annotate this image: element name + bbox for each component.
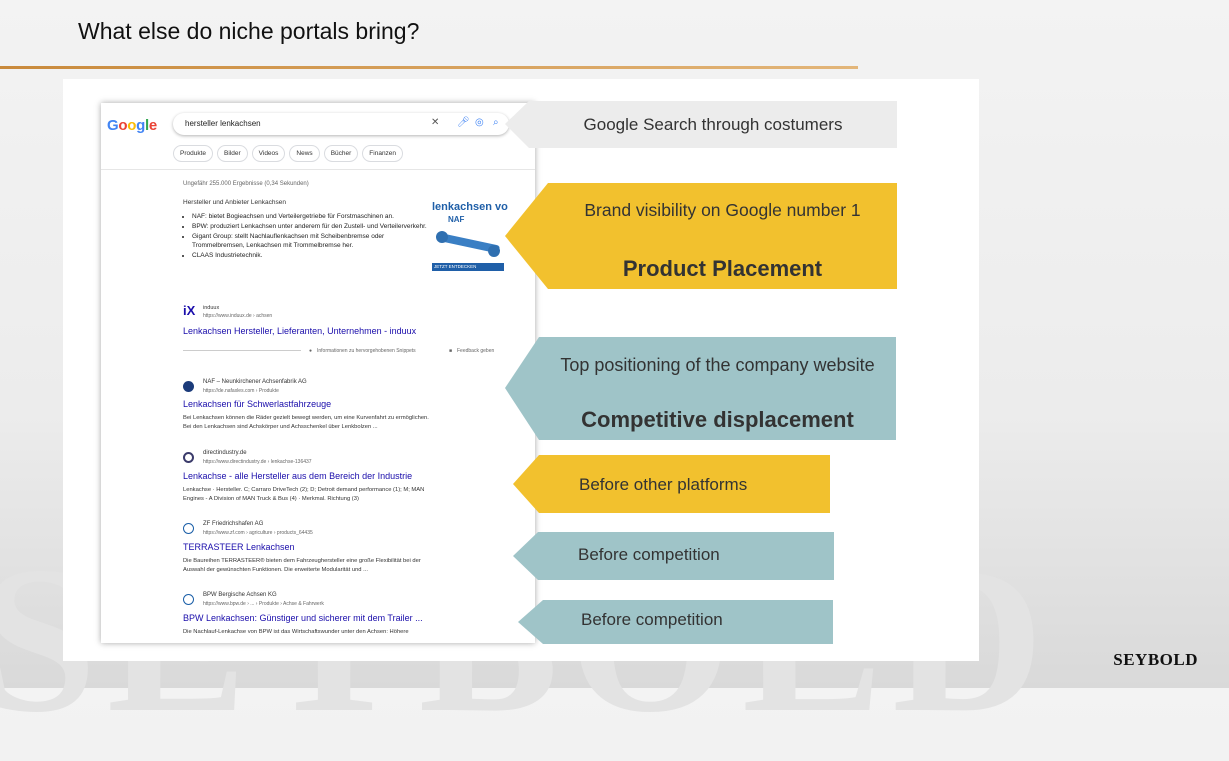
list-item: Gigant Group: stellt Nachlauflenkachsen … [192, 232, 432, 250]
callout-search: Google Search through costumers [505, 101, 897, 148]
result-desc: Bei den Lenkachsen sind Achskörper und A… [183, 424, 378, 430]
header-divider [101, 169, 535, 170]
result-desc: Auswahl der gewünschten Funktionen. Die … [183, 567, 368, 573]
result-desc: Lenkachse · Hersteller. C; Carraro Drive… [183, 487, 425, 493]
mic-icon[interactable]: 🎤︎ [457, 117, 470, 128]
callout-top: Top positioning of the company website C… [505, 337, 896, 440]
image-title: lenkachsen vo [432, 201, 508, 213]
result-desc: Engines - A Division of MAN Truck & Bus … [183, 496, 359, 502]
naf-logo: NAF [448, 215, 465, 224]
filter-chips: Produkte Bilder Videos News Bücher Finan… [173, 145, 404, 162]
close-icon[interactable]: ✕ [431, 117, 439, 128]
chip-videos[interactable]: Videos [251, 145, 286, 162]
callout-platforms: Before other platforms [513, 455, 830, 513]
list-item: BPW: produziert Lenkachsen unter anderem… [192, 222, 432, 231]
result-url: https://de.nafaxles.com › Produkte [203, 388, 279, 394]
search-query: hersteller lenkachsen [185, 119, 261, 128]
callout-top-bold: Competitive displacement [581, 407, 854, 432]
zf-favicon [183, 523, 194, 534]
slide-title: What else do niche portals bring? [78, 18, 420, 44]
result-url: https://www.directindustry.de › lenkachs… [203, 459, 312, 465]
chip-news[interactable]: News [289, 145, 320, 162]
snippet-list: NAF: bietet Bogieachsen und Verteilerget… [183, 212, 432, 261]
content-panel: Google hersteller lenkachsen ✕ 🎤︎ ◎ ⌕ Pr… [63, 79, 979, 661]
image-cta: JETZT ENTDECKEN [432, 263, 504, 271]
snippet-image[interactable]: lenkachsen vo NAF JETZT ENTDECKEN [432, 201, 508, 273]
chip-bilder[interactable]: Bilder [217, 145, 248, 162]
list-item: NAF: bietet Bogieachsen und Verteilerget… [192, 212, 432, 221]
title-underline [0, 66, 858, 69]
result-count: Ungefähr 255.000 Ergebnisse (0,34 Sekund… [183, 181, 309, 187]
featured-link[interactable]: Lenkachsen Hersteller, Lieferanten, Unte… [183, 327, 416, 336]
induux-logo: iX [183, 303, 196, 318]
lens-icon[interactable]: ◎ [475, 117, 484, 128]
info-icon[interactable]: ● [309, 347, 312, 356]
google-screenshot: Google hersteller lenkachsen ✕ 🎤︎ ◎ ⌕ Pr… [101, 103, 535, 643]
callout-competition-1-text: Before competition [578, 545, 720, 564]
result-site: BPW Bergische Achsen KG [203, 592, 277, 598]
callout-brand: Brand visibility on Google number 1 Prod… [505, 183, 897, 289]
result-title[interactable]: Lenkachse - alle Hersteller aus dem Bere… [183, 472, 412, 481]
search-box[interactable]: hersteller lenkachsen ✕ 🎤︎ ◎ ⌕ [173, 113, 509, 135]
result-url: https://www.bpw.de › ... › Produkte › Ac… [203, 601, 324, 607]
naf-favicon [183, 381, 194, 392]
result-site: NAF – Neunkirchener Achsenfabrik AG [203, 379, 307, 385]
result-title[interactable]: TERRASTEER Lenkachsen [183, 543, 295, 552]
chip-produkte[interactable]: Produkte [173, 145, 214, 162]
result-title[interactable]: Lenkachsen für Schwerlastfahrzeuge [183, 400, 331, 409]
list-item: CLAAS Industrietechnik. [192, 251, 432, 260]
snippet-heading: Hersteller und Anbieter Lenkachsen [183, 199, 286, 206]
result-desc: Bei Lenkachsen können die Räder gezielt … [183, 415, 429, 421]
featured-site: induux [203, 305, 220, 311]
callout-top-line: Top positioning of the company website [560, 355, 875, 375]
google-logo: Google [107, 117, 157, 134]
callout-brand-bold: Product Placement [622, 256, 823, 281]
directindustry-favicon [183, 452, 194, 463]
result-desc: Die Baureihen TERRASTEER® bieten dem Fah… [183, 558, 421, 564]
featured-info[interactable]: Informationen zu hervorgehobenen Snippet… [317, 347, 416, 356]
callout-competition-1: Before competition [513, 532, 834, 580]
search-icon[interactable]: ⌕ [493, 117, 499, 128]
result-desc: Die Nachlauf-Lenkachse von BPW ist das W… [183, 629, 409, 635]
callout-competition-2-text: Before competition [581, 610, 723, 629]
result-title[interactable]: BPW Lenkachsen: Günstiger und sicherer m… [183, 614, 423, 623]
callout-search-text: Google Search through costumers [583, 115, 843, 134]
callout-platforms-text: Before other platforms [579, 475, 748, 494]
result-url: https://www.zf.com › agriculture › produ… [203, 530, 313, 536]
callout-brand-line: Brand visibility on Google number 1 [584, 200, 861, 220]
result-site: ZF Friedrichshafen AG [203, 521, 264, 527]
chip-finanzen[interactable]: Finanzen [362, 145, 404, 162]
featured-divider [183, 350, 301, 351]
axle-image [436, 231, 500, 257]
chip-buecher[interactable]: Bücher [323, 145, 359, 162]
featured-url: https://www.induux.de › achsen [203, 313, 273, 319]
feedback-link[interactable]: Feedback geben [457, 347, 494, 356]
callout-competition-2: Before competition [518, 600, 833, 644]
brand-logo: SEYBOLD [1113, 650, 1198, 669]
bpw-favicon [183, 594, 194, 605]
result-site: directindustry.de [203, 450, 247, 456]
feedback-icon[interactable]: ■ [449, 347, 452, 356]
